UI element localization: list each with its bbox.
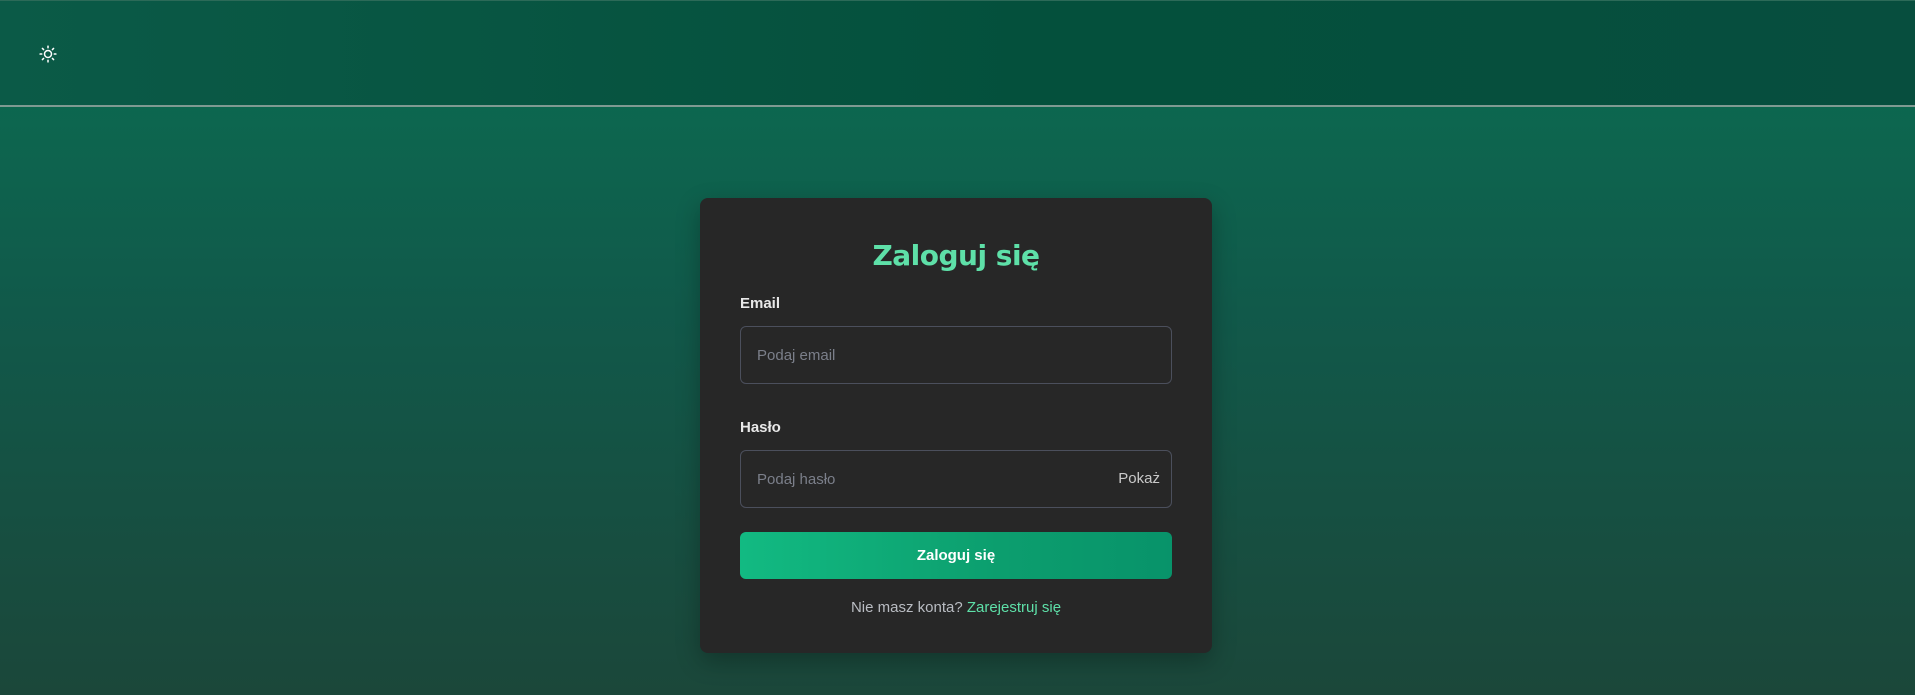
password-label: Hasło <box>740 419 781 436</box>
signup-link[interactable]: Zarejestruj się <box>967 599 1061 616</box>
password-field-wrapper: Pokaż <box>740 450 1172 508</box>
email-label: Email <box>740 295 781 312</box>
login-submit-button[interactable]: Zaloguj się <box>740 532 1172 579</box>
login-title: Zaloguj się <box>872 239 1040 272</box>
signup-prompt: Nie masz konta? Zarejestruj się <box>740 599 1172 616</box>
show-password-toggle[interactable]: Pokaż <box>1118 451 1160 507</box>
no-account-text: Nie masz konta? <box>850 599 963 616</box>
login-card: Zaloguj się Email Hasło Pokaż Zaloguj si… <box>700 198 1212 653</box>
theme-toggle-button[interactable] <box>34 40 62 68</box>
top-bar <box>0 0 1915 107</box>
sun-icon <box>39 45 57 63</box>
email-field[interactable] <box>741 327 1171 383</box>
email-field-wrapper <box>740 326 1172 384</box>
password-field[interactable] <box>741 451 1171 507</box>
